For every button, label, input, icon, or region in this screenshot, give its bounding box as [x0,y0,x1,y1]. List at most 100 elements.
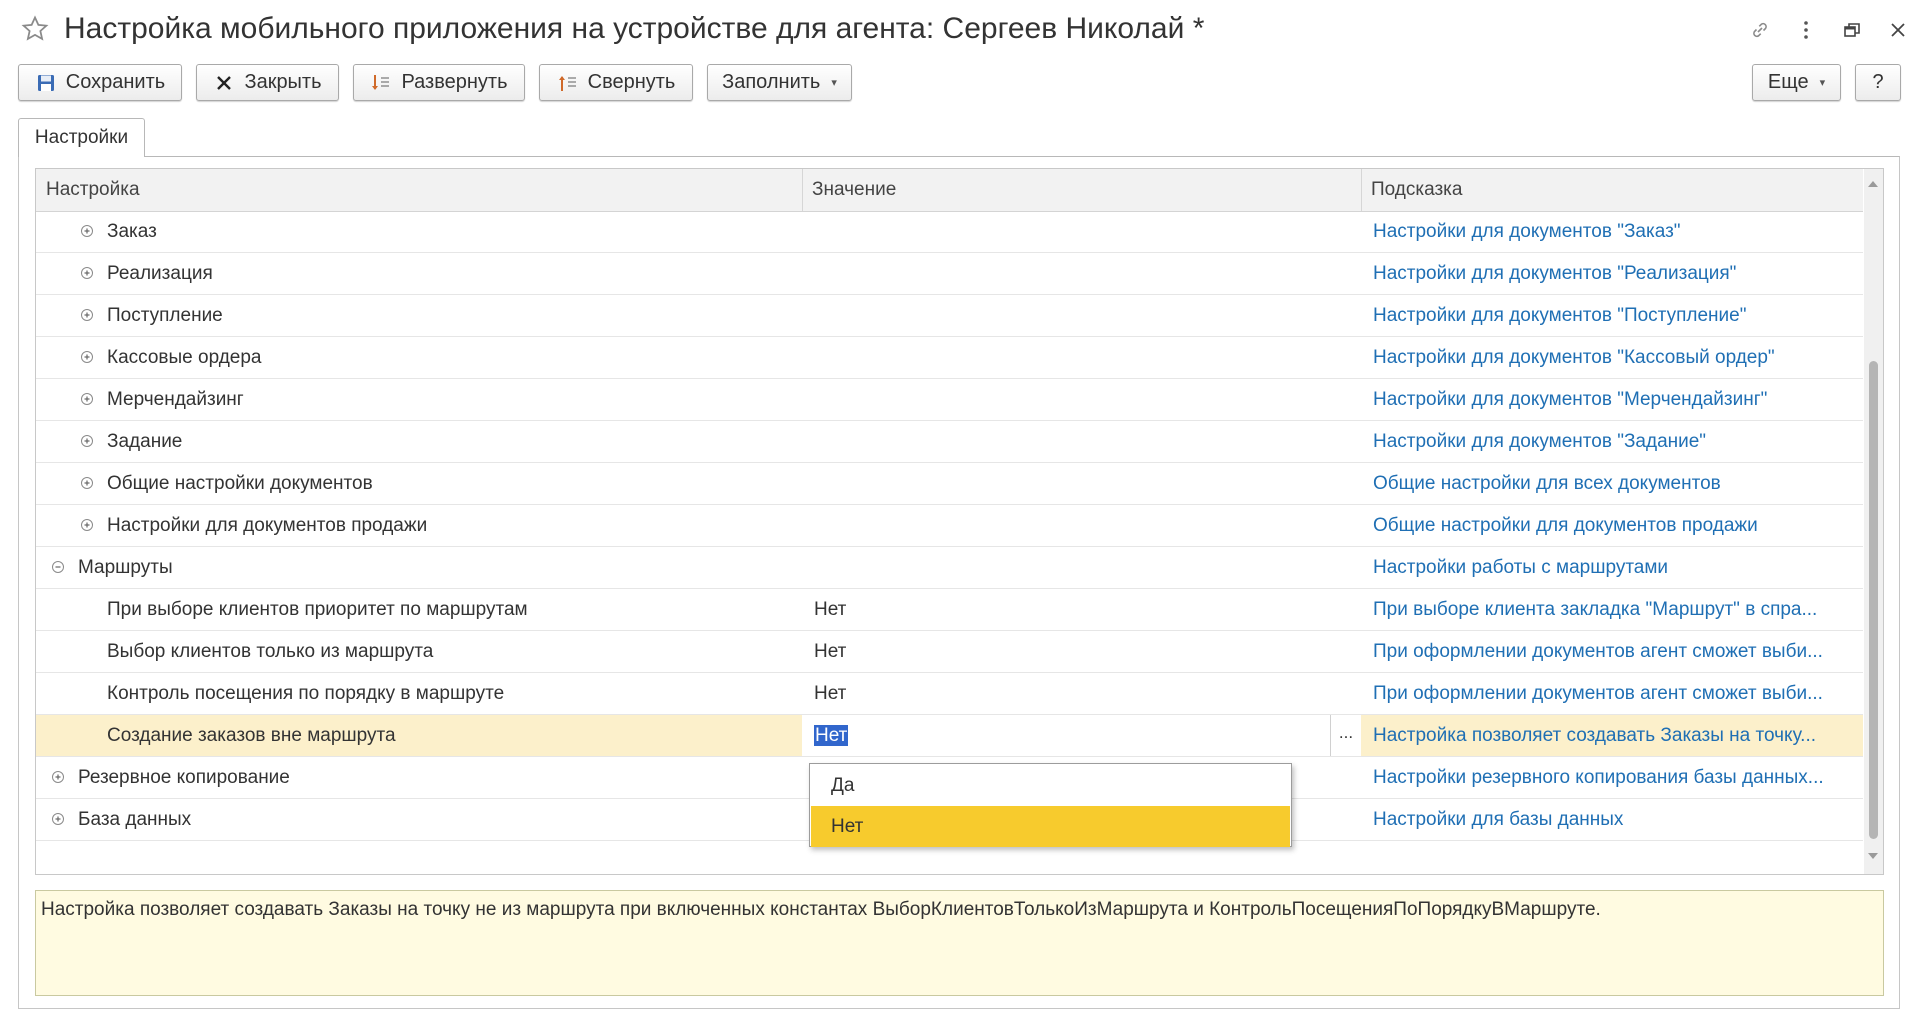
setting-name-cell[interactable]: Реализация [36,253,802,294]
setting-value-cell[interactable]: Нет [802,715,1361,756]
expand-plus-icon[interactable] [51,770,65,784]
close-icon[interactable] [1884,16,1912,44]
setting-hint-link[interactable]: Общие настройки для всех документов [1361,463,1881,504]
setting-name-cell[interactable]: Задание [36,421,802,462]
setting-description: Настройка позволяет создавать Заказы на … [35,890,1884,996]
setting-name-cell[interactable]: База данных [36,799,802,840]
setting-hint-link[interactable]: Настройки для документов "Реализация" [1361,253,1881,294]
setting-value-cell[interactable] [802,253,1361,294]
setting-name: Задание [107,431,183,452]
setting-hint-link[interactable]: Настройки для документов "Задание" [1361,421,1881,462]
setting-name: Реализация [107,263,213,284]
expand-plus-icon[interactable] [80,224,94,238]
vertical-scrollbar[interactable] [1864,169,1883,874]
link-icon[interactable] [1746,16,1774,44]
expand-tree-icon [370,72,392,94]
table-row[interactable]: Задание Настройки для документов "Задание… [36,421,1863,463]
setting-value-cell[interactable] [802,421,1361,462]
setting-name: При выборе клиентов приоритет по маршрут… [107,599,528,620]
setting-hint-link[interactable]: Настройки для документов "Поступление" [1361,295,1881,336]
setting-value-cell[interactable] [802,211,1361,252]
dropdown-option-no[interactable]: Нет [811,806,1290,847]
setting-hint-link[interactable]: Настройки для базы данных [1361,799,1881,840]
expand-plus-icon[interactable] [51,812,65,826]
setting-name-cell[interactable]: Настройки для документов продажи [36,505,802,546]
setting-name: База данных [78,809,192,830]
setting-hint-link[interactable]: Настройки для документов "Кассовый ордер… [1361,337,1881,378]
setting-value-cell[interactable] [802,337,1361,378]
expand-plus-icon[interactable] [80,434,94,448]
setting-name-cell[interactable]: Выбор клиентов только из маршрута [36,631,802,672]
setting-hint-link[interactable]: Настройки работы с маршрутами [1361,547,1881,588]
expand-button[interactable]: Развернуть [353,64,525,101]
scroll-up-icon[interactable] [1868,181,1878,187]
setting-name-cell[interactable]: Контроль посещения по порядку в маршруте [36,673,802,714]
setting-name: Мерчендайзинг [107,389,244,410]
setting-value-cell[interactable] [802,505,1361,546]
table-row[interactable]: Поступление Настройки для документов "Пос… [36,295,1863,337]
table-row[interactable]: При выборе клиентов приоритет по маршрут… [36,589,1863,631]
setting-hint-link[interactable]: Настройки для документов "Заказ" [1361,211,1881,252]
expand-plus-icon[interactable] [80,392,94,406]
setting-hint-link[interactable]: Настройки для документов "Мерчендайзинг" [1361,379,1881,420]
setting-hint-link[interactable]: При выборе клиента закладка "Маршрут" в … [1361,589,1881,630]
setting-value-cell[interactable]: Нет [802,631,1361,672]
tab-settings[interactable]: Настройки [18,118,145,157]
setting-hint-link[interactable]: При оформлении документов агент сможет в… [1361,673,1881,714]
more-button[interactable]: Еще ▾ [1752,64,1841,101]
value-input[interactable]: Нет [814,725,849,746]
collapse-minus-icon[interactable] [51,560,65,574]
table-row[interactable]: Контроль посещения по порядку в маршруте… [36,673,1863,715]
restore-window-icon[interactable] [1838,16,1866,44]
setting-value-cell[interactable] [802,463,1361,504]
expand-plus-icon[interactable] [80,308,94,322]
table-row[interactable]: Настройки для документов продажи Общие на… [36,505,1863,547]
setting-name-cell[interactable]: Кассовые ордера [36,337,802,378]
expand-plus-icon[interactable] [80,350,94,364]
setting-hint-link[interactable]: При оформлении документов агент сможет в… [1361,631,1881,672]
setting-hint-link[interactable]: Настройки резервного копирования базы да… [1361,757,1881,798]
setting-value-cell[interactable] [802,547,1361,588]
star-icon[interactable] [20,14,50,44]
setting-name-cell[interactable]: Резервное копирование [36,757,802,798]
expand-plus-icon[interactable] [80,266,94,280]
save-button[interactable]: Сохранить [18,64,182,101]
setting-value-cell[interactable]: Нет [802,673,1361,714]
scroll-down-icon[interactable] [1868,853,1878,859]
table-row[interactable]: Создание заказов вне маршрута Нет... Настр… [36,715,1863,757]
setting-hint-link[interactable]: Общие настройки для документов продажи [1361,505,1881,546]
column-header-value[interactable]: Значение [802,169,1361,211]
column-header-hint[interactable]: Подсказка [1361,169,1863,211]
setting-name-cell[interactable]: Поступление [36,295,802,336]
scrollbar-thumb[interactable] [1869,361,1878,839]
select-ellipsis-button[interactable]: ... [1330,715,1361,756]
table-row[interactable]: Выбор клиентов только из маршрута Нет При … [36,631,1863,673]
setting-value-cell[interactable]: Нет [802,589,1361,630]
setting-name-cell[interactable]: Создание заказов вне маршрута [36,715,802,756]
table-row[interactable]: Кассовые ордера Настройки для документов … [36,337,1863,379]
collapse-tree-icon [557,72,579,94]
table-row[interactable]: Маршруты Настройки работы с маршрутами [36,547,1863,589]
dropdown-option-yes[interactable]: Да [811,765,1290,806]
column-header-setting[interactable]: Настройка [36,169,802,211]
setting-hint-link[interactable]: Настройка позволяет создавать Заказы на … [1361,715,1881,756]
close-form-button[interactable]: Закрыть [196,64,339,101]
table-row[interactable]: Общие настройки документов Общие настройк… [36,463,1863,505]
setting-name-cell[interactable]: Заказ [36,211,802,252]
table-row[interactable]: Заказ Настройки для документов "Заказ" [36,211,1863,253]
collapse-button[interactable]: Свернуть [539,64,693,101]
kebab-icon[interactable] [1792,16,1820,44]
table-row[interactable]: Мерчендайзинг Настройки для документов "М… [36,379,1863,421]
table-row[interactable]: Реализация Настройки для документов "Реал… [36,253,1863,295]
expand-plus-icon[interactable] [80,476,94,490]
expand-plus-icon[interactable] [80,518,94,532]
save-label: Сохранить [65,71,166,93]
setting-value-cell[interactable] [802,295,1361,336]
setting-value-cell[interactable] [802,379,1361,420]
fill-dropdown-button[interactable]: Заполнить ▾ [707,64,852,101]
help-button[interactable]: ? [1855,64,1901,101]
setting-name-cell[interactable]: Маршруты [36,547,802,588]
setting-name-cell[interactable]: При выборе клиентов приоритет по маршрут… [36,589,802,630]
setting-name-cell[interactable]: Мерчендайзинг [36,379,802,420]
setting-name-cell[interactable]: Общие настройки документов [36,463,802,504]
